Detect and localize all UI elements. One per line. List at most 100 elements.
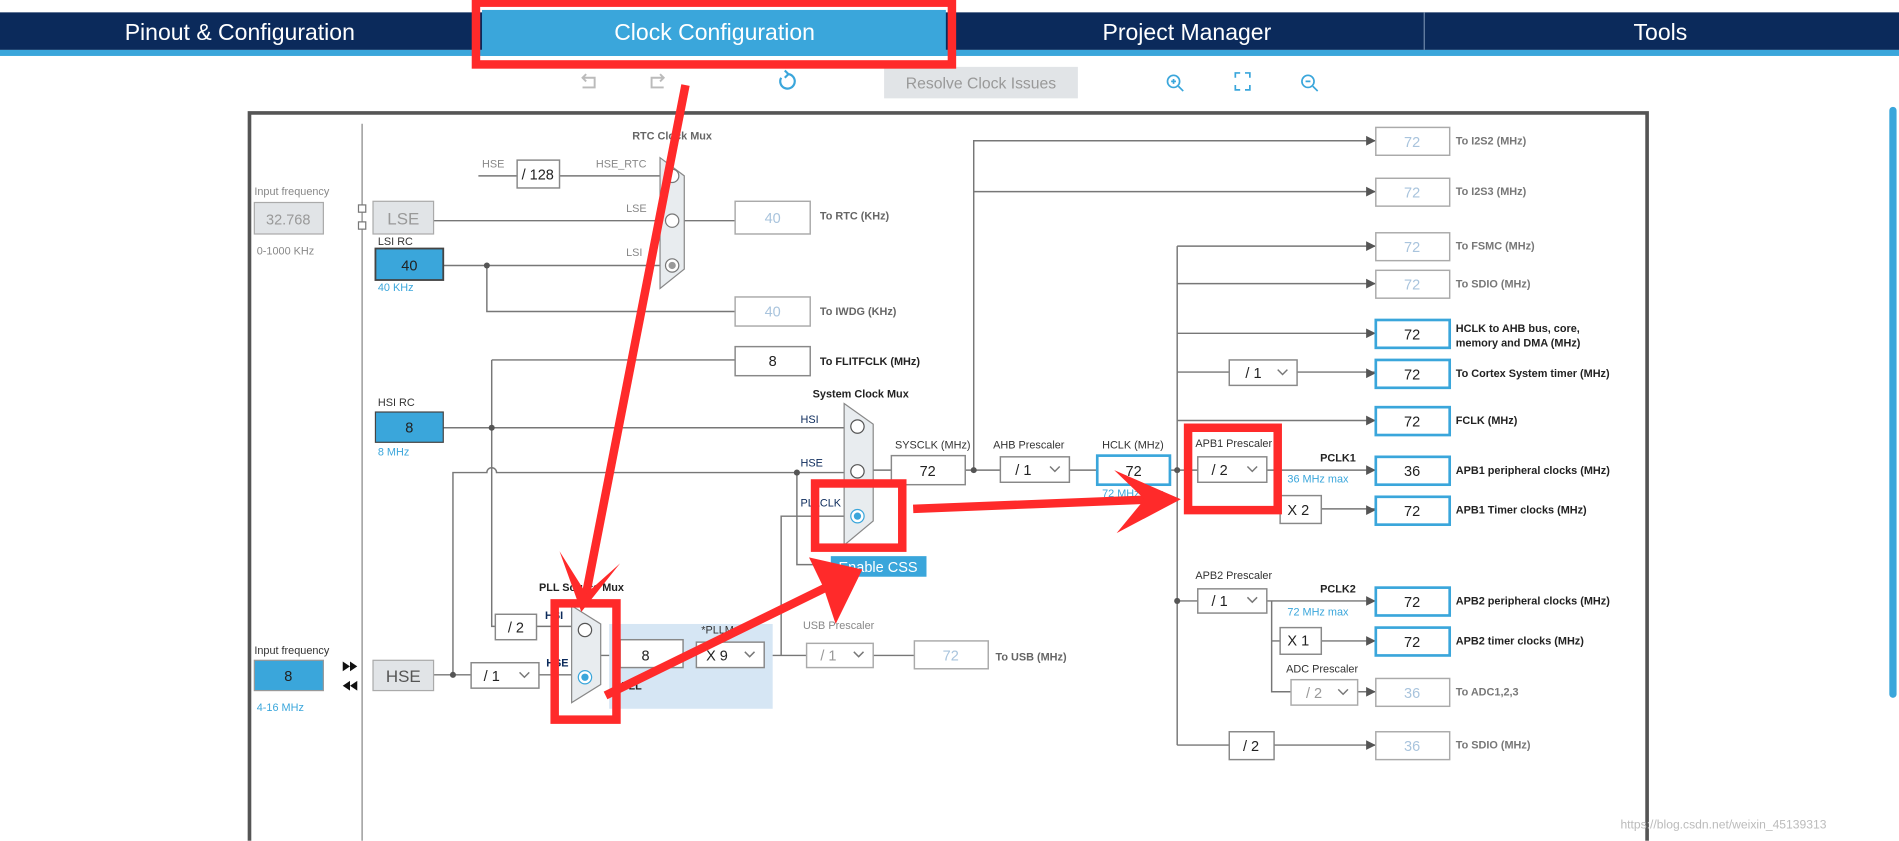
adc-prescaler-select[interactable]: / 2 bbox=[1290, 678, 1359, 706]
value: / 2 bbox=[508, 620, 524, 636]
lse-input-frequency-field[interactable]: 32.768 bbox=[253, 201, 324, 235]
output-value: 72 bbox=[1404, 186, 1420, 202]
value: / 1 bbox=[820, 648, 836, 664]
clock-output: 36 To ADC1,2,3 bbox=[1366, 677, 1519, 708]
pllmux-option-hsi[interactable] bbox=[577, 622, 593, 638]
value: / 2 bbox=[1212, 463, 1228, 479]
value: 8 bbox=[405, 421, 413, 437]
pllmux-option-hse[interactable] bbox=[577, 669, 593, 685]
output-value: 72 bbox=[1404, 415, 1420, 431]
value: / 2 bbox=[1306, 686, 1322, 702]
sysmux-option-pllclk[interactable] bbox=[850, 508, 865, 524]
usb-output: 72 To USB (MHz) bbox=[913, 640, 1067, 670]
ahb-prescaler-label: AHB Prescaler bbox=[993, 439, 1065, 451]
zoom-out-icon[interactable] bbox=[1301, 74, 1319, 92]
apb1-max: 36 MHz max bbox=[1287, 473, 1349, 485]
output-label: To I2S2 (MHz) bbox=[1456, 135, 1527, 147]
apb2-prescaler-select[interactable]: / 1 bbox=[1197, 588, 1268, 614]
apb2-max: 72 MHz max bbox=[1287, 606, 1349, 618]
tab-clock-configuration[interactable]: Clock Configuration bbox=[482, 9, 946, 56]
label: To USB (MHz) bbox=[996, 651, 1067, 663]
scrollbar-thumb[interactable] bbox=[1889, 106, 1897, 698]
output-label: memory and DMA (MHz) bbox=[1456, 338, 1581, 350]
clock-output[interactable]: 72 APB2 timer clocks (MHz) bbox=[1366, 626, 1584, 657]
undo-icon[interactable] bbox=[581, 73, 596, 89]
hse-prediv-select[interactable]: / 1 bbox=[470, 661, 540, 689]
output-label: FCLK (MHz) bbox=[1456, 415, 1518, 427]
fit-icon[interactable] bbox=[1234, 72, 1251, 91]
sysmux-option-hse[interactable] bbox=[850, 464, 865, 479]
usb-prescaler-select[interactable]: / 1 bbox=[805, 642, 874, 669]
hse-input-frequency-field[interactable]: 8 bbox=[253, 659, 324, 692]
hclk-label: HCLK (MHz) bbox=[1102, 439, 1164, 451]
output-label: To Cortex System timer (MHz) bbox=[1456, 368, 1610, 380]
value: / 1 bbox=[1015, 463, 1031, 479]
apb1-prescaler-select[interactable]: / 2 bbox=[1197, 456, 1268, 483]
value: / 128 bbox=[522, 167, 554, 183]
arrow-icon bbox=[1366, 596, 1376, 606]
rtc-mux-option-lsi[interactable] bbox=[664, 258, 680, 273]
clock-output[interactable]: 72 APB2 peripheral clocks (MHz) bbox=[1366, 586, 1610, 617]
tab-pinout[interactable]: Pinout & Configuration bbox=[125, 19, 355, 45]
output-value: 72 bbox=[1404, 504, 1420, 520]
hse-range: 4-16 MHz bbox=[257, 702, 304, 714]
flitfclk-output: 8 To FLITFCLK (MHz) bbox=[734, 345, 920, 377]
sysmux-option-hsi[interactable] bbox=[850, 419, 865, 434]
output-value: 72 bbox=[1404, 327, 1420, 343]
hse-block[interactable]: HSE bbox=[372, 659, 435, 692]
rtc-mux-option-lse[interactable] bbox=[664, 213, 680, 228]
watermark: https://blog.csdn.net/weixin_45139313 bbox=[1620, 818, 1826, 832]
sysmux-pllclk-label: PLLCLK bbox=[801, 497, 842, 509]
rtc-lse-label: LSE bbox=[626, 203, 647, 215]
arrow-icon bbox=[1366, 278, 1376, 289]
value: / 1 bbox=[1245, 366, 1261, 382]
refresh-icon[interactable] bbox=[779, 69, 796, 90]
value: 40 bbox=[765, 304, 781, 320]
output-label: To SDIO (MHz) bbox=[1456, 740, 1531, 752]
cortex-prescaler-select[interactable]: / 1 bbox=[1228, 359, 1298, 387]
output-label: APB2 timer clocks (MHz) bbox=[1456, 636, 1584, 648]
value: X 1 bbox=[1287, 634, 1309, 650]
output-value: 72 bbox=[1404, 135, 1420, 151]
clock-output[interactable]: 36 APB1 peripheral clocks (MHz) bbox=[1366, 455, 1610, 487]
output-value: 72 bbox=[1404, 240, 1420, 256]
hsi-label: HSI RC bbox=[378, 397, 415, 409]
resolve-clock-issues-button[interactable]: Resolve Clock Issues bbox=[884, 66, 1078, 99]
clock-output[interactable]: 72 HCLK to AHB bus, core, memory and DMA (… bbox=[1366, 318, 1581, 350]
value: / 2 bbox=[1243, 739, 1259, 755]
tab-label: Project Manager bbox=[1103, 19, 1272, 45]
pll-source-mux bbox=[571, 604, 602, 704]
clock-output[interactable]: 72 To Cortex System timer (MHz) bbox=[1366, 358, 1610, 390]
arrow-icon bbox=[1366, 636, 1376, 646]
lse-block[interactable]: LSE bbox=[372, 200, 435, 235]
lsi-rc-block: 40 bbox=[374, 247, 445, 281]
clock-output: 72 To I2S3 (MHz) bbox=[1366, 177, 1527, 207]
arrow-icon bbox=[1366, 740, 1376, 750]
clock-output: 72 To I2S2 (MHz) bbox=[1366, 126, 1527, 156]
sysclk-label: SYSCLK (MHz) bbox=[895, 439, 971, 451]
pll-hsi-divider: / 2 bbox=[494, 613, 538, 641]
lse-input-label: Input frequency bbox=[254, 186, 330, 198]
tab-label: Tools bbox=[1634, 19, 1688, 45]
redo-icon[interactable] bbox=[650, 73, 666, 89]
output-label: HCLK to AHB bus, core, bbox=[1456, 323, 1580, 335]
value: 8 bbox=[769, 354, 777, 370]
clock-output: 72 To SDIO (MHz) bbox=[1366, 269, 1531, 299]
output-label: APB1 Timer clocks (MHz) bbox=[1456, 505, 1587, 517]
lse-range: 0-1000 KHz bbox=[257, 246, 314, 258]
value: 40 bbox=[765, 211, 781, 227]
ahb-prescaler-select[interactable]: / 1 bbox=[999, 456, 1071, 483]
tab-tools[interactable]: Tools bbox=[1634, 19, 1688, 45]
hse-pin-arrows bbox=[342, 661, 358, 691]
clock-output[interactable]: 72 FCLK (MHz) bbox=[1366, 405, 1518, 437]
zoom-in-icon[interactable] bbox=[1166, 74, 1184, 92]
label: To IWDG (KHz) bbox=[820, 306, 897, 318]
lsi-label: LSI RC bbox=[378, 236, 413, 248]
tab-project-manager[interactable]: Project Manager bbox=[1103, 19, 1272, 45]
rtc-hse-label: HSE bbox=[482, 158, 504, 170]
hse-label: HSE bbox=[386, 667, 421, 686]
value: 8 bbox=[641, 648, 649, 664]
clock-output[interactable]: 72 APB1 Timer clocks (MHz) bbox=[1366, 495, 1587, 526]
system-clock-mux-title: System Clock Mux bbox=[813, 388, 909, 400]
sdio-divider: / 2 bbox=[1228, 731, 1275, 761]
